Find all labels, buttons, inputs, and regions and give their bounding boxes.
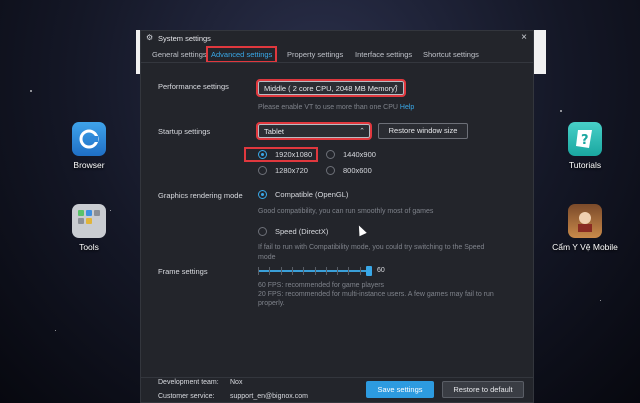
performance-select[interactable]: Middle ( 2 core CPU, 2048 MB Memory) ⌃ xyxy=(256,79,406,97)
radio-icon xyxy=(258,166,267,175)
dev-team-label: Development team: xyxy=(158,379,219,386)
resolution-label: 800x600 xyxy=(343,166,372,175)
frame-label: Frame settings xyxy=(158,267,208,276)
frame-slider-tick xyxy=(360,267,361,275)
frame-note-2: 20 FPS: recommended for multi-instance u… xyxy=(258,291,494,298)
star xyxy=(560,110,562,112)
browser-shortcut[interactable]: Browser xyxy=(49,122,129,170)
gear-icon: ⚙ xyxy=(146,33,154,42)
dev-team-value: Nox xyxy=(230,379,243,386)
restore-window-size-button[interactable]: Restore window size xyxy=(378,123,468,139)
performance-label: Performance settings xyxy=(158,82,229,91)
frame-slider-tick xyxy=(348,267,349,275)
restore-default-button[interactable]: Restore to default xyxy=(442,381,524,398)
system-settings-dialog: ⚙ System settings × General settings Adv… xyxy=(140,30,534,403)
startup-select[interactable]: Tablet ⌃ xyxy=(256,122,372,140)
radio-icon xyxy=(258,190,267,199)
frame-slider-tick xyxy=(326,267,327,275)
tab-property[interactable]: Property settings xyxy=(287,50,343,59)
radio-icon xyxy=(258,227,267,236)
tutorials-label: Tutorials xyxy=(568,160,602,170)
frame-slider-tick xyxy=(337,267,338,275)
dialog-title: System settings xyxy=(158,34,211,43)
tab-general[interactable]: General settings xyxy=(152,50,207,59)
startup-select-value: Tablet xyxy=(264,127,285,136)
browser-icon xyxy=(72,122,106,156)
resolution-label: 1440x900 xyxy=(343,150,376,159)
graphics-directx-option[interactable]: Speed (DirectX) xyxy=(258,227,328,236)
customer-service-value: support_en@bignox.com xyxy=(230,393,308,400)
graphics-directx-desc-2: mode xyxy=(258,254,276,261)
frame-slider-tick xyxy=(258,267,259,275)
tools-shortcut[interactable]: Tools xyxy=(49,204,129,252)
startup-label: Startup settings xyxy=(158,127,211,136)
resolution-1920x1080[interactable]: 1920x1080 xyxy=(243,147,319,162)
frame-slider-thumb[interactable] xyxy=(366,266,372,276)
save-settings-button[interactable]: Save settings xyxy=(366,381,434,398)
customer-service-label: Customer service: xyxy=(158,393,215,400)
help-link[interactable]: Help xyxy=(400,104,414,111)
chevron-updown-icon: ⌃ xyxy=(393,85,399,92)
graphics-label: Graphics rendering mode xyxy=(158,191,243,200)
graphics-directx-desc-1: If fail to run with Compatibility mode, … xyxy=(258,244,485,251)
resolution-label: 1920x1080 xyxy=(275,150,313,159)
frame-slider-tick xyxy=(269,267,270,275)
tab-divider xyxy=(141,62,533,63)
frame-slider-tick xyxy=(292,267,293,275)
frame-slider-tick xyxy=(303,267,304,275)
background-window-strip-right xyxy=(534,30,546,74)
performance-select-value: Middle ( 2 core CPU, 2048 MB Memory) xyxy=(264,84,398,93)
performance-hint-text: Please enable VT to use more than one CP… xyxy=(258,104,398,111)
frame-slider-tick xyxy=(281,267,282,275)
frame-note-3: properly. xyxy=(258,300,285,307)
tab-interface[interactable]: Interface settings xyxy=(355,50,412,59)
radio-icon xyxy=(326,150,335,159)
resolution-1440x900[interactable]: 1440x900 xyxy=(326,150,376,159)
game-label: Cẩm Y Vệ Mobile xyxy=(552,242,618,252)
close-icon[interactable]: × xyxy=(521,32,527,43)
radio-icon xyxy=(326,166,335,175)
dialog-titlebar: ⚙ System settings × xyxy=(141,31,533,45)
graphics-directx-label: Speed (DirectX) xyxy=(275,227,329,236)
tutorials-icon: ? xyxy=(568,122,602,156)
tab-shortcut[interactable]: Shortcut settings xyxy=(423,50,479,59)
radio-icon xyxy=(258,150,267,159)
tools-label: Tools xyxy=(79,242,99,252)
performance-hint: Please enable VT to use more than one CP… xyxy=(258,103,414,113)
svg-text:?: ? xyxy=(581,133,589,148)
graphics-opengl-label: Compatible (OpenGL) xyxy=(275,190,349,199)
browser-label: Browser xyxy=(73,160,105,170)
tutorials-shortcut[interactable]: ? Tutorials xyxy=(545,122,625,170)
chevron-updown-icon: ⌃ xyxy=(359,128,365,135)
resolution-1280x720[interactable]: 1280x720 xyxy=(258,166,308,175)
graphics-opengl-desc: Good compatibility, you can run smoothly… xyxy=(258,208,434,215)
game-shortcut[interactable]: Cẩm Y Vệ Mobile xyxy=(545,204,625,252)
game-app-icon xyxy=(568,204,602,238)
resolution-800x600[interactable]: 800x600 xyxy=(326,166,372,175)
star xyxy=(600,300,601,301)
star xyxy=(55,330,56,331)
frame-slider-tick xyxy=(315,267,316,275)
graphics-opengl-option[interactable]: Compatible (OpenGL) xyxy=(258,190,348,199)
resolution-label: 1280x720 xyxy=(275,166,308,175)
settings-tabs: General settings Advanced settings Prope… xyxy=(141,46,533,63)
star xyxy=(30,90,32,92)
tab-advanced[interactable]: Advanced settings xyxy=(205,46,278,63)
tools-folder-icon xyxy=(72,204,106,238)
frame-value: 60 xyxy=(377,267,385,274)
